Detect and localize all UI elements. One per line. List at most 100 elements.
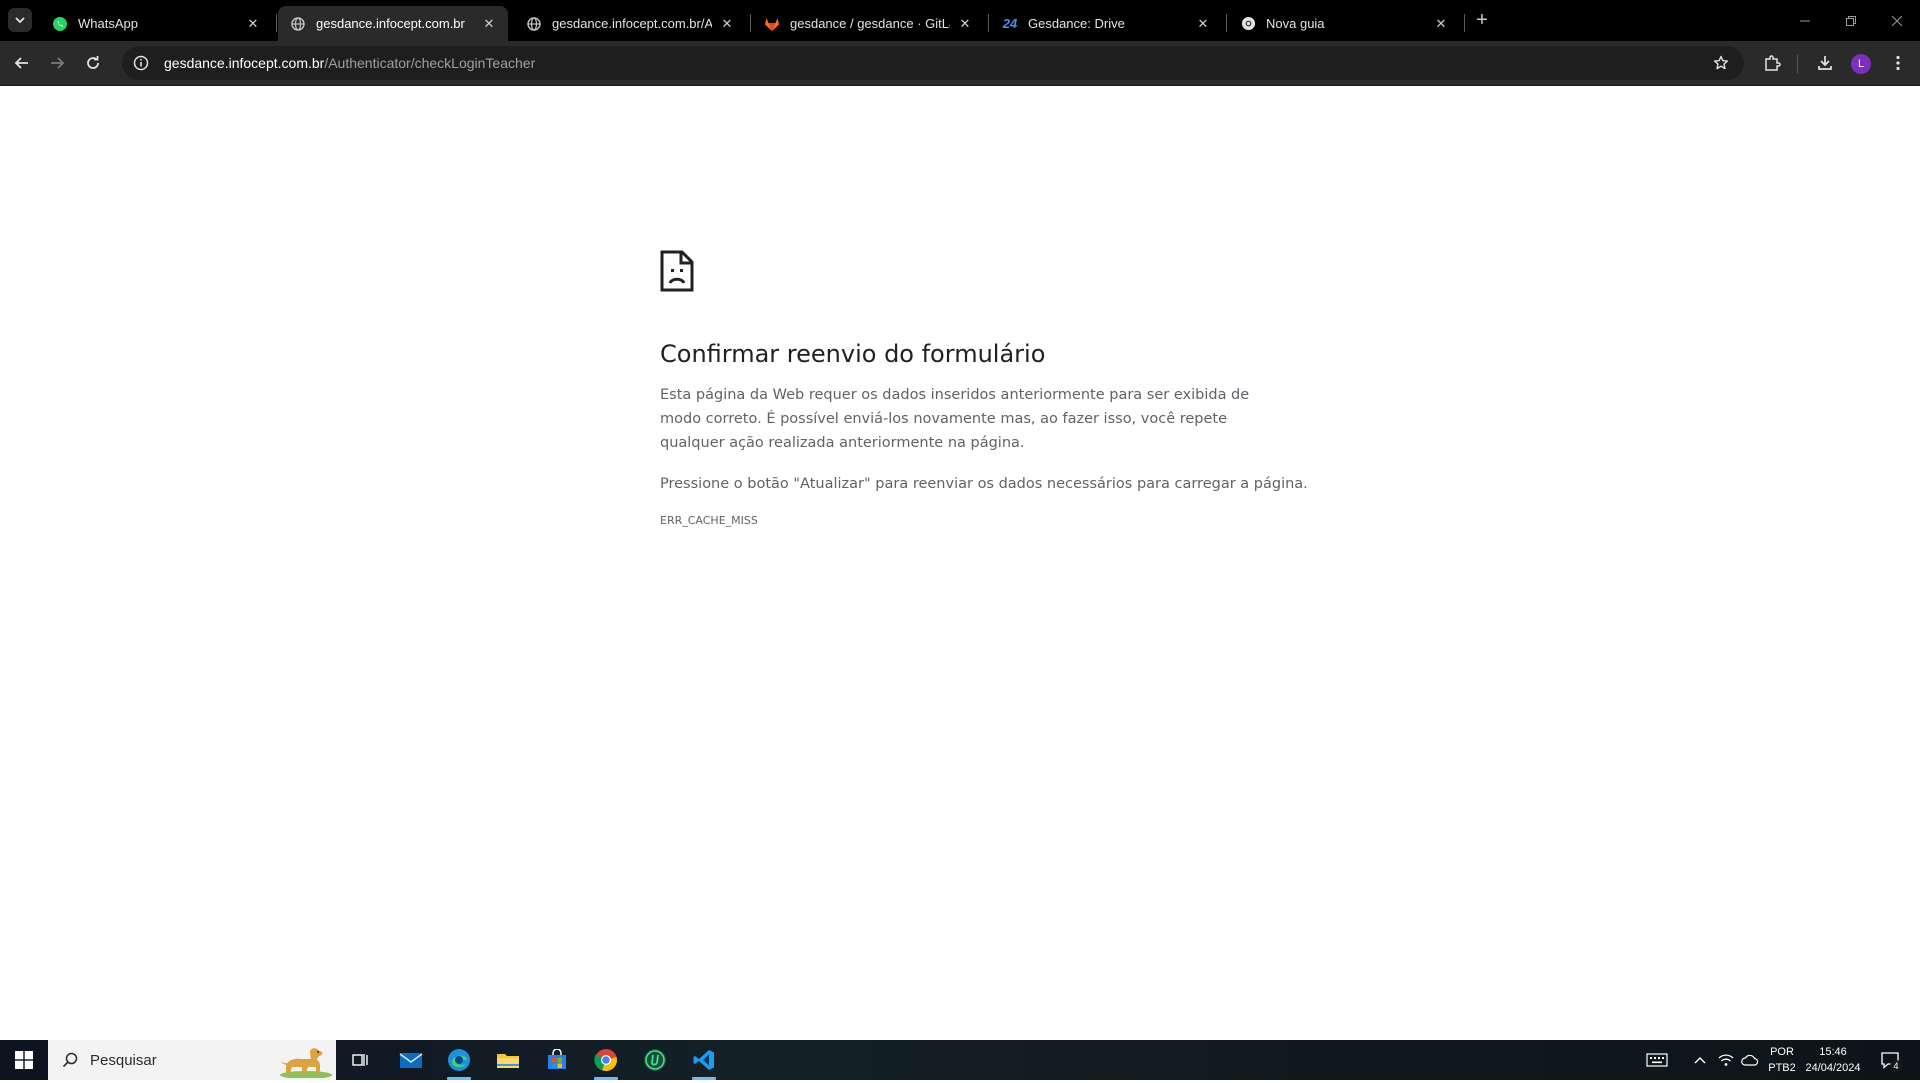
taskbar-mail[interactable] bbox=[387, 1040, 435, 1080]
windows-taskbar: Pesquisar POR PTB2 15:46 24/04/2024 4 bbox=[0, 1040, 1920, 1080]
address-bar[interactable]: gesdance.infocept.com.br/Authenticator/c… bbox=[122, 46, 1744, 80]
browser-toolbar: gesdance.infocept.com.br/Authenticator/c… bbox=[0, 41, 1920, 86]
tab-strip: WhatsApp ✕ gesdance.infocept.com.br ✕ ge… bbox=[0, 0, 1920, 41]
windows-logo-icon bbox=[15, 1051, 33, 1069]
bookmark-star-icon[interactable] bbox=[1708, 50, 1734, 76]
download-icon bbox=[1818, 56, 1832, 70]
close-icon[interactable]: ✕ bbox=[956, 15, 974, 33]
tab-title: Gesdance: Drive bbox=[1028, 16, 1125, 31]
tab-title: WhatsApp bbox=[78, 16, 138, 31]
drive24-icon: 24 bbox=[1002, 16, 1018, 31]
tab-new-tab[interactable]: Nova guia ✕ bbox=[1228, 6, 1460, 41]
chrome-icon bbox=[1240, 16, 1256, 32]
mail-icon bbox=[399, 1053, 423, 1068]
globe-icon bbox=[290, 16, 306, 32]
tab-gesdance-active[interactable]: gesdance.infocept.com.br ✕ bbox=[278, 6, 508, 41]
window-close-button[interactable] bbox=[1874, 0, 1920, 41]
url-path: /Authenticator/checkLoginTeacher bbox=[324, 55, 536, 71]
taskbar-file-explorer[interactable] bbox=[484, 1040, 532, 1080]
tab-divider bbox=[1464, 14, 1465, 32]
url-host: gesdance.infocept.com.br bbox=[164, 55, 325, 71]
search-placeholder: Pesquisar bbox=[90, 1051, 157, 1069]
forward-button[interactable] bbox=[43, 49, 71, 77]
taskbar-vscode[interactable] bbox=[680, 1040, 728, 1080]
arrow-right-icon bbox=[51, 57, 65, 69]
tab-search-button[interactable] bbox=[8, 8, 32, 32]
site-info-icon[interactable] bbox=[124, 46, 158, 80]
notification-count-badge: 4 bbox=[1890, 1060, 1902, 1072]
keyboard-layout-code: PTB2 bbox=[1768, 1062, 1796, 1074]
taskbar-chrome[interactable] bbox=[582, 1040, 630, 1080]
error-instruction: Pressione o botão "Atualizar" para reenv… bbox=[660, 476, 1308, 492]
tab-drive[interactable]: 24 Gesdance: Drive ✕ bbox=[990, 6, 1222, 41]
close-icon[interactable]: ✕ bbox=[718, 15, 736, 33]
restore-icon bbox=[1846, 15, 1856, 26]
tab-whatsapp[interactable]: WhatsApp ✕ bbox=[40, 6, 272, 41]
onedrive-icon[interactable] bbox=[1738, 1040, 1762, 1080]
reload-icon bbox=[87, 56, 99, 69]
error-description: Esta página da Web requer os dados inser… bbox=[660, 387, 1250, 451]
browser-menu-button[interactable] bbox=[1884, 49, 1912, 77]
toolbar-divider bbox=[1797, 55, 1798, 73]
file-explorer-icon bbox=[497, 1054, 519, 1068]
minimize-button[interactable] bbox=[1782, 0, 1828, 41]
tab-divider bbox=[988, 14, 989, 32]
chevron-up-icon bbox=[1694, 1057, 1706, 1064]
tab-title: Nova guia bbox=[1266, 16, 1325, 31]
language-code: POR bbox=[1770, 1046, 1794, 1058]
task-view-button[interactable] bbox=[336, 1040, 384, 1080]
close-icon[interactable]: ✕ bbox=[1432, 15, 1450, 33]
close-icon[interactable]: ✕ bbox=[480, 15, 498, 33]
task-view-icon bbox=[352, 1054, 368, 1066]
close-icon[interactable]: ✕ bbox=[1194, 15, 1212, 33]
keyboard-layout-icon[interactable] bbox=[1643, 1040, 1671, 1080]
tab-title: gesdance.infocept.com.br/Auth bbox=[552, 16, 712, 31]
downloads-button[interactable] bbox=[1811, 49, 1839, 77]
tab-gesdance-auth[interactable]: gesdance.infocept.com.br/Auth ✕ bbox=[514, 6, 746, 41]
puzzle-icon bbox=[1765, 55, 1781, 71]
store-icon bbox=[548, 1049, 566, 1069]
show-hidden-icons-button[interactable] bbox=[1688, 1040, 1712, 1080]
taskbar-search-box[interactable]: Pesquisar bbox=[48, 1040, 336, 1080]
error-code: ERR_CACHE_MISS bbox=[660, 514, 758, 527]
tab-divider bbox=[276, 14, 277, 32]
whatsapp-icon bbox=[52, 16, 68, 32]
page-title: Confirmar reenvio do formulário bbox=[660, 340, 1046, 368]
taskbar-upwork[interactable] bbox=[631, 1040, 679, 1080]
search-icon bbox=[60, 1050, 80, 1070]
close-icon bbox=[1892, 15, 1902, 26]
chrome-icon bbox=[594, 1049, 617, 1072]
arrow-left-icon bbox=[14, 57, 28, 69]
upwork-icon bbox=[644, 1049, 666, 1071]
clock-date: 24/04/2024 bbox=[1805, 1062, 1861, 1074]
globe-icon bbox=[526, 16, 542, 32]
notification-center-button[interactable]: 4 bbox=[1870, 1040, 1910, 1080]
extensions-button[interactable] bbox=[1758, 49, 1786, 77]
clock-time: 15:46 bbox=[1819, 1046, 1847, 1058]
tab-gitlab[interactable]: gesdance / gesdance · GitLab ✕ bbox=[752, 6, 984, 41]
page-content: Confirmar reenvio do formulário Esta pág… bbox=[0, 87, 1920, 1040]
vscode-icon bbox=[693, 1050, 714, 1070]
taskbar-edge[interactable] bbox=[435, 1040, 483, 1080]
profile-avatar[interactable]: L bbox=[1851, 54, 1871, 74]
tab-divider bbox=[750, 14, 751, 32]
restore-button[interactable] bbox=[1828, 0, 1874, 41]
taskbar-store[interactable] bbox=[533, 1040, 581, 1080]
tab-title: gesdance / gesdance · GitLab bbox=[790, 16, 950, 31]
reload-button[interactable] bbox=[79, 49, 107, 77]
url-text: gesdance.infocept.com.br/Authenticator/c… bbox=[164, 55, 535, 71]
tab-divider bbox=[1226, 14, 1227, 32]
language-indicator[interactable]: POR PTB2 bbox=[1764, 1040, 1800, 1080]
back-button[interactable] bbox=[8, 49, 36, 77]
close-icon[interactable]: ✕ bbox=[244, 15, 262, 33]
edge-icon bbox=[448, 1049, 470, 1071]
start-button[interactable] bbox=[0, 1040, 48, 1080]
minimize-icon bbox=[1800, 20, 1810, 21]
clock[interactable]: 15:46 24/04/2024 bbox=[1802, 1040, 1864, 1080]
sad-page-icon bbox=[660, 250, 694, 292]
network-icon[interactable] bbox=[1714, 1040, 1738, 1080]
chevron-down-icon bbox=[15, 17, 25, 24]
tab-title: gesdance.infocept.com.br bbox=[316, 16, 465, 31]
new-tab-button[interactable]: + bbox=[1470, 8, 1494, 32]
search-highlight-dog-icon bbox=[266, 1042, 332, 1079]
